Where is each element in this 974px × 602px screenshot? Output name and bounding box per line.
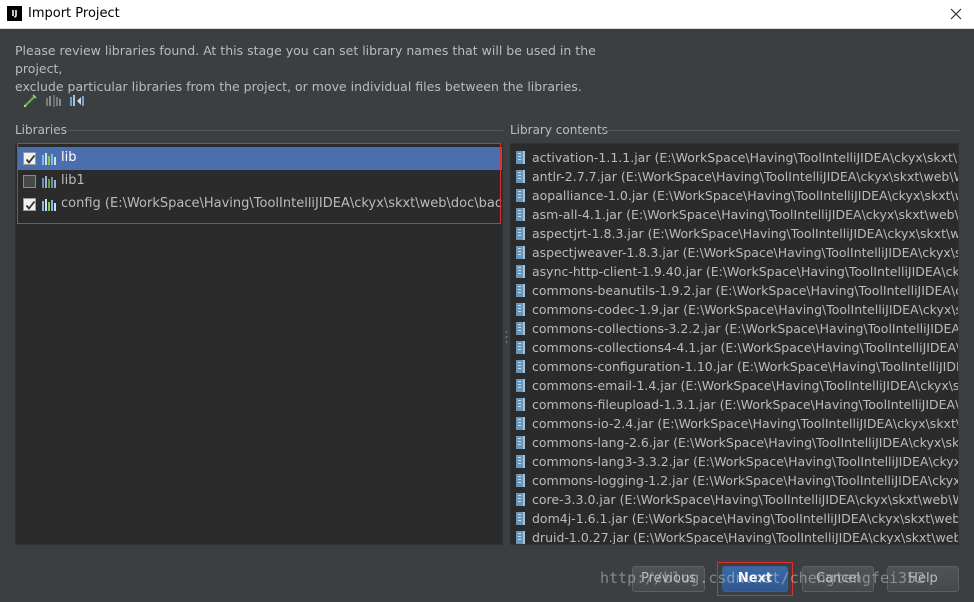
- jar-icon: [516, 379, 525, 392]
- jar-icon: [516, 170, 525, 183]
- jar-label: aspectjrt-1.8.3.jar (E:\WorkSpace\Having…: [532, 226, 959, 241]
- list-item[interactable]: commons-io-2.4.jar (E:\WorkSpace\Having\…: [511, 414, 959, 433]
- jar-label: commons-logging-1.2.jar (E:\WorkSpace\Ha…: [532, 473, 959, 488]
- move-to-library-button[interactable]: [69, 93, 87, 107]
- description: Please review libraries found. At this s…: [15, 42, 615, 96]
- split-library-icon: [46, 95, 61, 107]
- intellij-app-icon: IJ: [7, 6, 22, 21]
- jar-label: core-3.3.0.jar (E:\WorkSpace\Having\Tool…: [532, 492, 959, 507]
- list-item[interactable]: dom4j-1.6.1.jar (E:\WorkSpace\Having\Too…: [511, 509, 959, 528]
- jar-icon: [516, 265, 525, 278]
- jar-icon: [516, 227, 525, 240]
- jar-label: commons-collections4-4.1.jar (E:\WorkSpa…: [532, 340, 959, 355]
- jar-icon: [516, 322, 525, 335]
- jar-icon: [516, 151, 525, 164]
- list-item[interactable]: commons-codec-1.9.jar (E:\WorkSpace\Havi…: [511, 300, 959, 319]
- jar-icon: [516, 208, 525, 221]
- list-item[interactable]: asm-all-4.1.jar (E:\WorkSpace\Having\Too…: [511, 205, 959, 224]
- library-contents-label: Library contents: [510, 123, 608, 137]
- title-bar: IJ Import Project: [0, 0, 974, 29]
- jar-icon: [516, 284, 525, 297]
- jar-label: async-http-client-1.9.40.jar (E:\WorkSpa…: [532, 264, 959, 279]
- list-item[interactable]: core-3.3.0.jar (E:\WorkSpace\Having\Tool…: [511, 490, 959, 509]
- highlight-box-next: [717, 562, 793, 596]
- jar-label: commons-fileupload-1.3.1.jar (E:\WorkSpa…: [532, 397, 959, 412]
- list-item[interactable]: commons-collections-3.2.2.jar (E:\WorkSp…: [511, 319, 959, 338]
- jar-icon: [516, 455, 525, 468]
- jar-label: asm-all-4.1.jar (E:\WorkSpace\Having\Too…: [532, 207, 959, 222]
- jar-icon: [516, 360, 525, 373]
- list-item[interactable]: commons-configuration-1.10.jar (E:\WorkS…: [511, 357, 959, 376]
- libraries-label: Libraries: [15, 123, 67, 137]
- jar-label: commons-codec-1.9.jar (E:\WorkSpace\Havi…: [532, 302, 959, 317]
- list-item[interactable]: aspectjrt-1.8.3.jar (E:\WorkSpace\Having…: [511, 224, 959, 243]
- jar-label: aspectjweaver-1.8.3.jar (E:\WorkSpace\Ha…: [532, 245, 959, 260]
- jar-label: commons-email-1.4.jar (E:\WorkSpace\Havi…: [532, 378, 959, 393]
- edit-library-button[interactable]: [22, 93, 40, 108]
- jar-icon: [516, 493, 525, 506]
- pencil-edit-icon: [23, 94, 37, 108]
- jar-icon: [516, 398, 525, 411]
- jar-label: commons-lang-2.6.jar (E:\WorkSpace\Havin…: [532, 435, 959, 450]
- jar-label: commons-collections-3.2.2.jar (E:\WorkSp…: [532, 321, 959, 336]
- library-contents-separator: [601, 130, 959, 131]
- jar-icon: [516, 531, 525, 544]
- jar-icon: [516, 512, 525, 525]
- jar-icon: [516, 246, 525, 259]
- jar-label: commons-lang3-3.3.2.jar (E:\WorkSpace\Ha…: [532, 454, 959, 469]
- jar-label: commons-configuration-1.10.jar (E:\WorkS…: [532, 359, 959, 374]
- jar-icon: [516, 474, 525, 487]
- previous-button[interactable]: Previous: [632, 566, 705, 592]
- split-library-button[interactable]: [45, 93, 63, 107]
- jar-label: antlr-2.7.7.jar (E:\WorkSpace\Having\Too…: [532, 169, 959, 184]
- highlight-box-libraries: [17, 143, 501, 224]
- window-title: Import Project: [28, 6, 120, 21]
- jar-label: commons-beanutils-1.9.2.jar (E:\WorkSpac…: [532, 283, 959, 298]
- help-button[interactable]: Help: [887, 566, 959, 592]
- jar-icon: [516, 189, 525, 202]
- list-item[interactable]: commons-lang-2.6.jar (E:\WorkSpace\Havin…: [511, 433, 959, 452]
- jar-icon: [516, 417, 525, 430]
- description-line-2: exclude particular libraries from the pr…: [15, 79, 582, 94]
- description-line-1: Please review libraries found. At this s…: [15, 43, 596, 76]
- list-item[interactable]: commons-lang3-3.3.2.jar (E:\WorkSpace\Ha…: [511, 452, 959, 471]
- jar-label: aopalliance-1.0.jar (E:\WorkSpace\Having…: [532, 188, 958, 203]
- list-item[interactable]: aopalliance-1.0.jar (E:\WorkSpace\Having…: [511, 186, 958, 205]
- list-item[interactable]: commons-fileupload-1.3.1.jar (E:\WorkSpa…: [511, 395, 959, 414]
- jar-label: dom4j-1.6.1.jar (E:\WorkSpace\Having\Too…: [532, 511, 959, 526]
- list-item[interactable]: async-http-client-1.9.40.jar (E:\WorkSpa…: [511, 262, 959, 281]
- jar-icon: [516, 341, 525, 354]
- library-contents-list[interactable]: activation-1.1.1.jar (E:\WorkSpace\Havin…: [510, 143, 959, 545]
- jar-icon: [516, 303, 525, 316]
- close-icon: [950, 8, 962, 20]
- move-to-library-icon: [70, 95, 84, 106]
- jar-label: commons-io-2.4.jar (E:\WorkSpace\Having\…: [532, 416, 959, 431]
- cancel-button[interactable]: Cancel: [802, 566, 874, 592]
- list-item[interactable]: druid-1.0.27.jar (E:\WorkSpace\Having\To…: [511, 528, 959, 545]
- list-item[interactable]: commons-beanutils-1.9.2.jar (E:\WorkSpac…: [511, 281, 959, 300]
- list-item[interactable]: activation-1.1.1.jar (E:\WorkSpace\Havin…: [511, 148, 959, 167]
- splitter-handle-icon[interactable]: [505, 330, 508, 344]
- jar-label: druid-1.0.27.jar (E:\WorkSpace\Having\To…: [532, 530, 959, 545]
- list-item[interactable]: commons-collections4-4.1.jar (E:\WorkSpa…: [511, 338, 959, 357]
- list-item[interactable]: antlr-2.7.7.jar (E:\WorkSpace\Having\Too…: [511, 167, 959, 186]
- list-item[interactable]: commons-logging-1.2.jar (E:\WorkSpace\Ha…: [511, 471, 959, 490]
- list-item[interactable]: aspectjweaver-1.8.3.jar (E:\WorkSpace\Ha…: [511, 243, 959, 262]
- jar-label: activation-1.1.1.jar (E:\WorkSpace\Havin…: [532, 150, 959, 165]
- jar-icon: [516, 436, 525, 449]
- list-item[interactable]: commons-email-1.4.jar (E:\WorkSpace\Havi…: [511, 376, 959, 395]
- close-button[interactable]: [946, 4, 966, 24]
- libraries-separator: [66, 130, 503, 131]
